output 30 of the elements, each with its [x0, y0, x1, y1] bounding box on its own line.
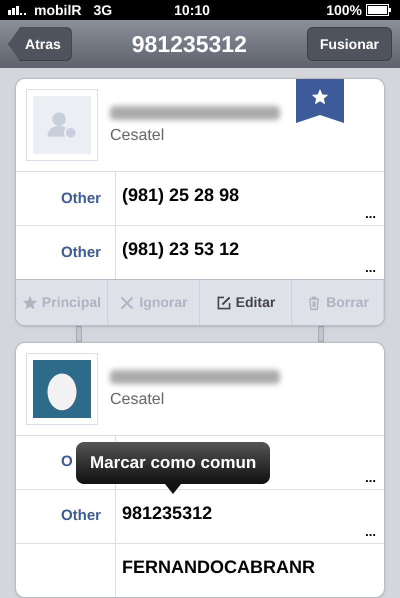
battery-text: 100%: [326, 0, 362, 20]
carrier-text: mobilR: [34, 0, 82, 20]
close-icon: [119, 294, 136, 311]
phone-number[interactable]: (981) 23 53 12: [122, 236, 240, 264]
phone-number[interactable]: FERNANDOCABRANR: [122, 554, 315, 581]
avatar-icon: [33, 360, 91, 418]
phone-label: Other: [61, 506, 102, 526]
time-text: 10:10: [174, 0, 210, 20]
more-text[interactable]: ...: [365, 258, 376, 278]
star-icon: [22, 294, 38, 311]
battery-icon: [366, 4, 392, 16]
tooltip-pointer-icon: [165, 484, 182, 494]
action-button[interactable]: Editar: [200, 280, 292, 326]
phone-label: O: [61, 452, 73, 472]
merge-button[interactable]: Fusionar: [306, 27, 392, 62]
more-text[interactable]: ...: [365, 204, 376, 224]
company-text: Cesatel: [110, 126, 166, 146]
more-text[interactable]: ...: [365, 468, 376, 487]
phone-number[interactable]: 981235312: [122, 500, 212, 527]
edit-icon: [216, 294, 232, 311]
back-button[interactable]: Atras: [8, 27, 72, 62]
phone-label: Other: [61, 188, 102, 209]
company-text: Cesatel: [110, 390, 166, 410]
network-text: 3G: [93, 0, 112, 20]
avatar-icon: [33, 96, 91, 154]
phone-label: Other: [61, 242, 102, 263]
nav-title: 981235312: [130, 30, 248, 59]
tooltip: Marcar como comun: [76, 442, 270, 484]
more-text[interactable]: ...: [365, 522, 376, 541]
phone-number[interactable]: (981) 25 28 98: [122, 182, 240, 210]
